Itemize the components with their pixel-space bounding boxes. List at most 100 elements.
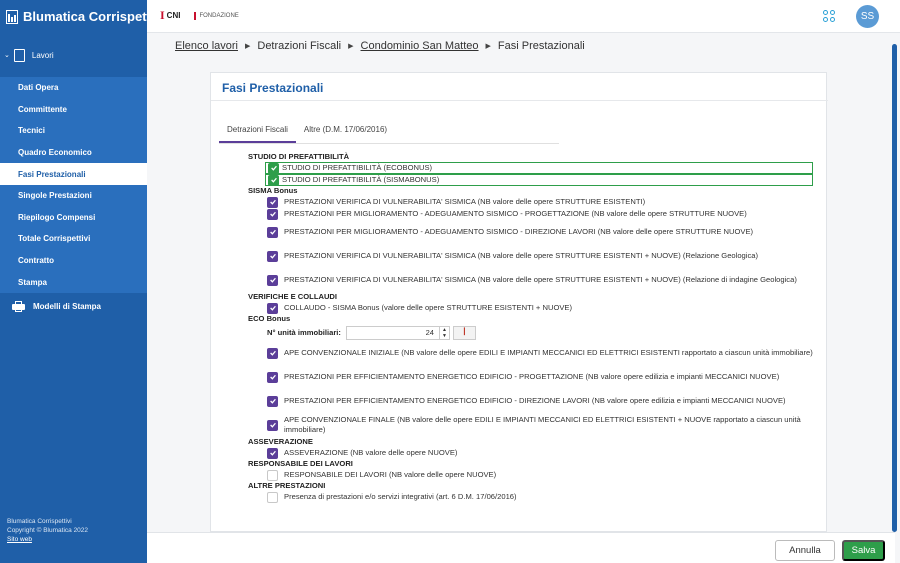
checkbox[interactable] — [267, 302, 278, 314]
list-item: PRESTAZIONI PER EFFICIENTAMENTO ENERGETI… — [248, 389, 818, 413]
save-button[interactable]: Salva — [842, 540, 885, 561]
chevron-right-icon: ▶ — [485, 43, 491, 50]
checkbox[interactable] — [268, 162, 279, 174]
app-title: Blumatica Corrispettivi — [23, 9, 166, 24]
list-item: STUDIO DI PREFATTIBILITÀ (ECOBONUS) — [265, 162, 813, 174]
list-item: PRESTAZIONI PER MIGLIORAMENTO - ADEGUAME… — [248, 208, 818, 220]
sidebar-item-dati-opera[interactable]: Dati Opera — [0, 77, 147, 99]
fasi-card: Fasi Prestazionali Detrazioni Fiscali Al… — [210, 72, 828, 532]
scrollbar[interactable] — [892, 44, 897, 532]
section-heading: STUDIO DI PREFATTIBILITÀ — [248, 152, 350, 161]
sidebar-item-totale-corrispettivi[interactable]: Totale Corrispettivi — [0, 228, 147, 250]
footer-website-link[interactable]: Sito web — [7, 536, 32, 543]
checkbox-label: APE CONVENZIONALE FINALE (NB valore dell… — [284, 414, 801, 435]
checkbox[interactable] — [268, 174, 279, 186]
sidebar-item-stampa[interactable]: Stampa — [0, 271, 147, 293]
section-heading: SISMA Bonus — [248, 186, 298, 195]
prestazioni-list: STUDIO DI PREFATTIBILITÀ STUDIO DI PREFA… — [248, 152, 818, 503]
unita-immobiliari-label: N° unità immobiliari: — [267, 328, 341, 337]
section-heading: ALTRE PRESTAZIONI — [248, 481, 326, 490]
sidebar-item-tecnici[interactable]: Tecnici — [0, 120, 147, 142]
list-item: APE CONVENZIONALE INIZIALE (NB valore de… — [248, 341, 818, 365]
list-item: PRESTAZIONI PER MIGLIORAMENTO - ADEGUAME… — [248, 220, 818, 244]
cni-logo: I CNI — [160, 8, 181, 22]
tabs: Detrazioni Fiscali Altre (D.M. 17/06/201… — [219, 123, 395, 143]
card-title: Fasi Prestazionali — [222, 81, 324, 95]
sidebar-section-lavori[interactable]: ⌄ Lavori — [0, 33, 147, 77]
sidebar-item-committente[interactable]: Committente — [0, 99, 147, 121]
checkbox[interactable] — [267, 274, 278, 286]
chevron-right-icon: ▶ — [348, 43, 354, 50]
list-item: RESPONSABILE DEI LAVORI (NB valore delle… — [248, 469, 818, 481]
list-item: STUDIO DI PREFATTIBILITÀ (SISMABONUS) — [265, 174, 813, 186]
checkbox-label: ASSEVERAZIONE (NB valore delle opere NUO… — [284, 447, 458, 457]
tab-altre[interactable]: Altre (D.M. 17/06/2016) — [296, 123, 395, 143]
list-item: APE CONVENZIONALE FINALE (NB valore dell… — [248, 413, 818, 437]
section-heading: RESPONSABILE DEI LAVORI — [248, 459, 353, 468]
checkbox[interactable] — [267, 250, 278, 262]
checkbox[interactable] — [267, 347, 278, 359]
checkbox[interactable] — [267, 469, 278, 481]
checkbox[interactable] — [267, 371, 278, 383]
list-item: Presenza di prestazioni e/o servizi inte… — [248, 491, 818, 503]
tab-detrazioni-fiscali[interactable]: Detrazioni Fiscali — [219, 123, 296, 143]
checkbox[interactable] — [267, 447, 278, 459]
chevron-right-icon: ▶ — [244, 43, 251, 50]
checkbox-label: PRESTAZIONI PER MIGLIORAMENTO - ADEGUAME… — [284, 226, 754, 236]
checkbox-label: PRESTAZIONI PER MIGLIORAMENTO - ADEGUAME… — [284, 208, 747, 218]
breadcrumb-condominio[interactable]: Condominio San Matteo — [361, 40, 479, 52]
breadcrumb-elenco-lavori[interactable]: Elenco lavori — [175, 40, 238, 52]
list-item: ASSEVERAZIONE (NB valore delle opere NUO… — [248, 447, 818, 459]
sidebar-footer: Blumatica Corrispettivi Copyright © Blum… — [7, 517, 88, 544]
checkbox-label: STUDIO DI PREFATTIBILITÀ (SISMABONUS) — [282, 174, 440, 184]
footer-copyright: Copyright © Blumatica 2022 — [7, 527, 89, 534]
checkbox-label: PRESTAZIONI PER EFFICIENTAMENTO ENERGETI… — [284, 395, 786, 405]
checkbox[interactable] — [267, 395, 278, 407]
checkbox-label: PRESTAZIONI VERIFICA DI VULNERABILITA' S… — [284, 196, 646, 206]
checkbox[interactable] — [267, 226, 278, 238]
sidebar-item-quadro-economico[interactable]: Quadro Economico — [0, 142, 147, 164]
checkbox-label: RESPONSABILE DEI LAVORI (NB valore delle… — [284, 469, 497, 479]
checkbox[interactable] — [267, 419, 278, 431]
user-avatar[interactable]: SS — [856, 5, 879, 28]
quantity-stepper[interactable]: ▲ ▼ — [439, 325, 450, 340]
checkbox[interactable] — [267, 491, 278, 503]
list-item: PRESTAZIONI PER EFFICIENTAMENTO ENERGETI… — [248, 365, 818, 389]
sidebar-item-modelli-stampa[interactable]: Modelli di Stampa — [0, 293, 147, 321]
footer-product: Blumatica Corrispettivi — [7, 518, 72, 525]
sidebar-item-riepilogo-compensi[interactable]: Riepilogo Compensi — [0, 207, 147, 229]
checkbox-label: PRESTAZIONI VERIFICA DI VULNERABILITA' S… — [284, 250, 759, 260]
sidebar-item-contratto[interactable]: Contratto — [0, 250, 147, 272]
checkbox-label: APE CONVENZIONALE INIZIALE (NB valore de… — [284, 347, 813, 357]
breadcrumb-current: Fasi Prestazionali — [497, 40, 585, 52]
list-item: PRESTAZIONI VERIFICA DI VULNERABILITA' S… — [248, 268, 818, 292]
unita-immobiliari-field: N° unità immobiliari: 24 ▲ ▼ ꟾ — [248, 324, 818, 341]
calculator-icon[interactable]: ꟾ — [452, 325, 476, 340]
sidebar-item-label: Modelli di Stampa — [33, 302, 102, 312]
list-item: PRESTAZIONI VERIFICA DI VULNERABILITA' S… — [248, 244, 818, 268]
sidebar-item-singole-prestazioni[interactable]: Singole Prestazioni — [0, 185, 147, 207]
divider — [219, 143, 559, 144]
bottom-action-bar: Annulla Salva — [147, 532, 895, 563]
checkbox[interactable] — [267, 208, 278, 220]
sidebar-submenu: Dati Opera Committente Tecnici Quadro Ec… — [0, 77, 147, 293]
unita-immobiliari-input[interactable]: 24 — [345, 325, 440, 340]
building-icon — [6, 9, 18, 24]
checkbox-label: PRESTAZIONI VERIFICA DI VULNERABILITA' S… — [284, 274, 797, 284]
checkbox-label: STUDIO DI PREFATTIBILITÀ (ECOBONUS) — [282, 162, 433, 172]
sidebar: ⌄ Lavori Dati Opera Committente Tecnici … — [0, 33, 147, 563]
sidebar-item-fasi-prestazionali[interactable]: Fasi Prestazionali — [0, 163, 147, 185]
checkbox[interactable] — [267, 196, 278, 208]
section-heading: ASSEVERAZIONE — [248, 437, 313, 446]
checkbox-label: COLLAUDO - SISMA Bonus (valore delle ope… — [284, 302, 573, 312]
chevron-down-icon: ⌄ — [4, 52, 10, 59]
apps-grid-icon[interactable] — [823, 10, 835, 22]
section-heading: VERIFICHE E COLLAUDI — [248, 292, 338, 301]
fondazione-logo: FONDAZIONE — [194, 11, 239, 20]
breadcrumb-detrazioni: Detrazioni Fiscali — [257, 40, 342, 52]
app-brand[interactable]: Blumatica Corrispettivi — [0, 0, 165, 33]
cancel-button[interactable]: Annulla — [775, 540, 835, 561]
divider — [211, 100, 828, 101]
checkbox-label: Presenza di prestazioni e/o servizi inte… — [284, 491, 517, 501]
partner-logos: I CNI FONDAZIONE — [160, 8, 239, 23]
